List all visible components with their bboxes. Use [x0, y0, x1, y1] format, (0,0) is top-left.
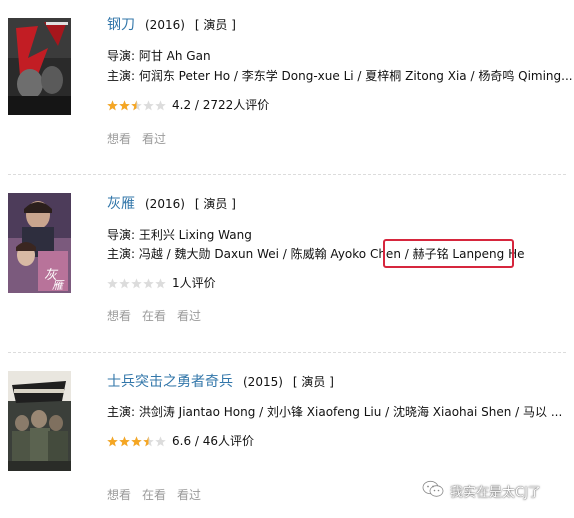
- stars-graphic: [107, 100, 166, 111]
- movie-cast: 主演: 洪剑涛 Jiantao Hong / 刘小锋 Xiaofeng Liu …: [107, 405, 563, 419]
- star-empty-icon: [143, 278, 154, 289]
- movie-cast: 主演: 何润东 Peter Ho / 李东学 Dong-xue Li / 夏梓桐…: [107, 69, 573, 83]
- rating-stars: [107, 278, 166, 289]
- movie-poster[interactable]: [8, 371, 71, 471]
- want-to-watch-button[interactable]: 想看: [107, 132, 131, 146]
- star-empty-icon: [143, 100, 154, 111]
- rating-separator: /: [191, 434, 203, 448]
- star-empty-icon: [155, 100, 166, 111]
- star-empty-icon: [155, 436, 166, 447]
- movie-poster[interactable]: [8, 18, 71, 115]
- movie-year: (2016): [145, 197, 185, 211]
- star-filled-icon: [107, 436, 118, 447]
- movie-director: 导演: 王利兴 Lixing Wang: [107, 228, 252, 242]
- watched-button[interactable]: 看过: [142, 132, 166, 146]
- rating-count: 2722人评价: [202, 98, 270, 112]
- watching-button[interactable]: 在看: [142, 488, 166, 502]
- highlight-box: [383, 239, 514, 268]
- movie-rating: 1人评价: [107, 275, 216, 291]
- stars-graphic: [107, 436, 166, 447]
- movie-role: [ 演员 ]: [194, 18, 236, 32]
- watching-button[interactable]: 在看: [142, 309, 166, 323]
- movie-actions: 想看 看过: [107, 130, 177, 147]
- stars-graphic: [107, 278, 166, 289]
- movie-rating: 6.6 / 46人评价: [107, 433, 254, 449]
- movie-director: 导演: 阿甘 Ah Gan: [107, 49, 211, 63]
- movie-year: (2015): [243, 375, 283, 389]
- star-filled-icon: [131, 436, 142, 447]
- movie-title-line: 钢刀 (2016) [ 演员 ]: [107, 13, 574, 35]
- movie-actions: 想看 在看 看过: [107, 307, 212, 324]
- star-filled-icon: [119, 436, 130, 447]
- rating-count: 46人评价: [202, 434, 255, 448]
- movie-title-line: 灰雁 (2016) [ 演员 ]: [107, 192, 574, 214]
- star-empty-icon: [119, 278, 130, 289]
- star-filled-icon: [119, 100, 130, 111]
- movie-poster[interactable]: 灰 雁: [8, 193, 71, 293]
- star-empty-icon: [131, 278, 142, 289]
- star-empty-icon: [155, 278, 166, 289]
- movie-actions: 想看 在看 看过: [107, 486, 212, 503]
- watched-button[interactable]: 看过: [177, 488, 201, 502]
- movie-info: 士兵突击之勇者奇兵 (2015) [ 演员 ]: [107, 370, 574, 392]
- movie-info: 灰雁 (2016) [ 演员 ]: [107, 192, 574, 214]
- rating-stars: [107, 436, 166, 447]
- star-filled-icon: [107, 100, 118, 111]
- rating-separator: /: [191, 98, 203, 112]
- rating-count: 1人评价: [172, 276, 216, 290]
- movie-year: (2016): [145, 18, 185, 32]
- want-to-watch-button[interactable]: 想看: [107, 309, 131, 323]
- watermark-text: 我实在是太CJ了: [450, 485, 541, 501]
- divider: [8, 352, 566, 353]
- divider: [8, 174, 566, 175]
- movie-info: 钢刀 (2016) [ 演员 ]: [107, 13, 574, 35]
- movie-title-link[interactable]: 士兵突击之勇者奇兵: [107, 374, 233, 390]
- movie-title-link[interactable]: 灰雁: [107, 196, 135, 212]
- movie-role: [ 演员 ]: [194, 197, 236, 211]
- watched-button[interactable]: 看过: [177, 309, 201, 323]
- star-empty-icon: [107, 278, 118, 289]
- watermark: 我实在是太CJ了: [422, 480, 541, 502]
- movie-title-link[interactable]: 钢刀: [107, 17, 135, 33]
- movie-role: [ 演员 ]: [292, 375, 334, 389]
- wechat-icon: [422, 480, 444, 506]
- movie-rating: 4.2 / 2722人评价: [107, 97, 269, 113]
- rating-score: 6.6: [172, 434, 192, 448]
- rating-score: 4.2: [172, 98, 192, 112]
- rating-stars: [107, 100, 166, 111]
- movie-title-line: 士兵突击之勇者奇兵 (2015) [ 演员 ]: [107, 370, 574, 392]
- want-to-watch-button[interactable]: 想看: [107, 488, 131, 502]
